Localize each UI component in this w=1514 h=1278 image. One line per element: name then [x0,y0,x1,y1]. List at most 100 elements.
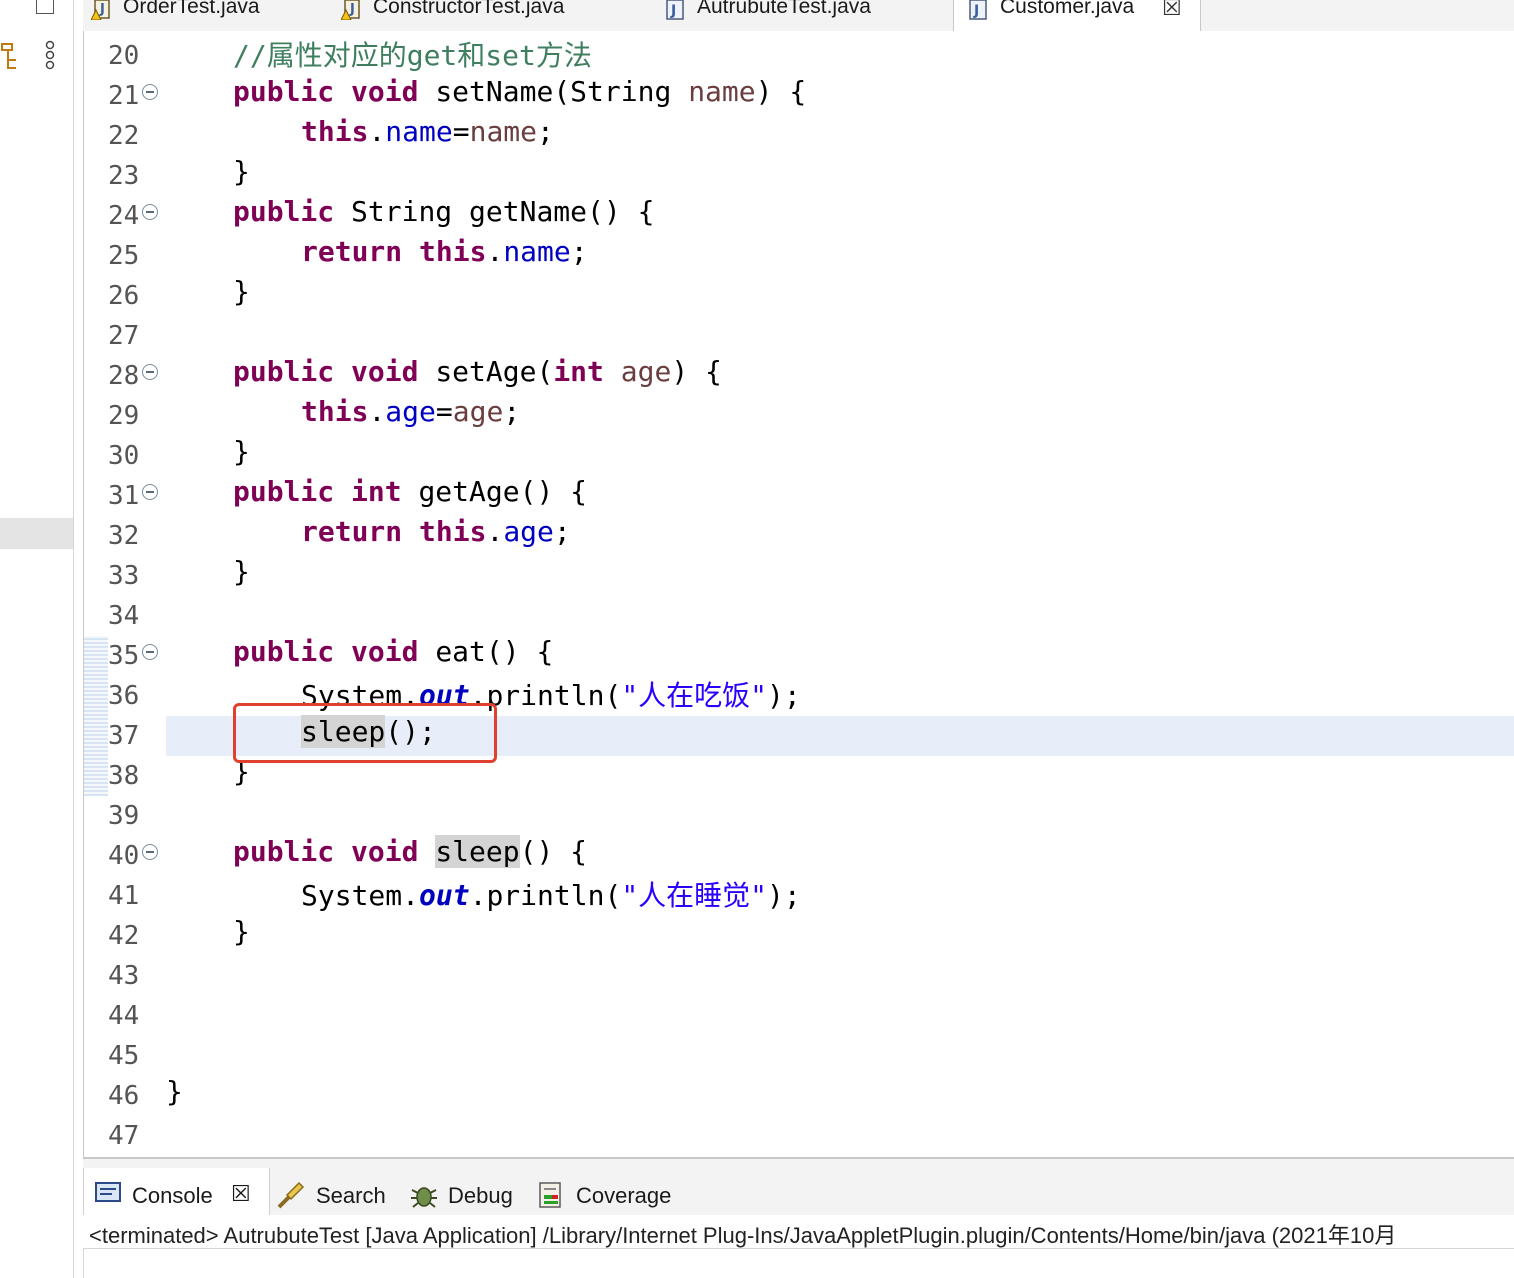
tab-autrubutetest[interactable]: J AutrubuteTest.java [665,0,945,31]
tab-label: ConstructorTest.java [373,0,565,18]
package-explorer-strip [0,0,74,1278]
method-signature: getAge() { [418,475,588,508]
line-number: 34 [108,601,140,631]
punct: ); [767,679,801,712]
line-number: 42 [108,921,140,951]
close-tab-icon[interactable]: ☒ [1162,0,1182,19]
keyword: public [233,475,335,508]
code-line-23: } [233,156,250,188]
line-number: 39 [108,801,140,831]
punct: ; [553,515,571,548]
field: age [385,395,436,428]
type-name: String [570,75,689,108]
line-number: 44 [108,1001,140,1031]
selected-tree-row[interactable] [0,518,73,549]
code-line-28: public void setAge(int age) { [233,356,722,388]
java-file-icon: J [969,0,987,20]
tab-label: AutrubuteTest.java [697,0,871,18]
line-number: 27 [108,321,140,351]
keyword: void [351,75,419,108]
code-line-29: this.age=age; [301,396,520,428]
close-console-icon[interactable]: ☒ [231,1181,251,1207]
line-number: 30 [108,441,140,471]
code-line-35: public void eat() { [233,636,553,668]
code-line-25: return this.name; [301,236,588,268]
keyword: this [419,235,487,268]
tab-coverage[interactable]: Coverage [576,1183,671,1209]
tab-search[interactable]: Search [316,1183,386,1209]
keyword: return [301,515,403,548]
method-name: setAge( [435,355,554,388]
punct: () { [519,835,588,868]
tab-debug[interactable]: Debug [448,1183,513,1209]
method-call: .println( [469,879,622,912]
line-number: 40 [108,841,140,871]
punct: ; [503,395,521,428]
tab-customer[interactable]: J Customer.java ☒ [953,0,1201,32]
parameter: name [688,75,756,108]
keyword: this [301,115,369,148]
parameter: name [469,115,538,148]
coverage-icon [539,1182,561,1208]
tab-label: OrderTest.java [123,0,260,18]
console-tab-label: Console [132,1183,213,1208]
static-field: out [419,879,470,912]
fold-collapse-icon[interactable] [142,204,158,220]
punct: ; [537,115,554,148]
fold-collapse-icon[interactable] [142,644,158,660]
line-number: 46 [108,1081,140,1111]
svg-text:J: J [670,3,676,19]
line-number: 24 [108,201,140,231]
line-number: 33 [108,561,140,591]
keyword: void [351,355,419,388]
punct: } [233,435,250,468]
line-number: 20 [108,41,140,71]
bottom-panel-tabs: Console ☒ Search Debug Coverage [83,1157,1514,1218]
punct: } [233,155,250,188]
fold-collapse-icon[interactable] [142,84,158,100]
punct: ) { [671,355,722,388]
java-file-warning-icon: J [91,0,110,20]
code-line-42: } [233,916,250,948]
class-ref: System. [301,879,420,912]
keyword: public [233,835,335,868]
code-line-21: public void setName(String name) { [233,76,806,108]
more-options-icon[interactable] [44,40,56,72]
java-file-warning-icon: J [341,0,360,20]
code-line-32: return this.age; [301,516,571,548]
line-number: 45 [108,1041,140,1071]
punct: . [486,515,504,548]
console-output[interactable] [83,1249,1514,1278]
method-name-highlighted: sleep [435,835,520,868]
method-signature: eat() { [435,635,554,668]
line-number: 31 [108,481,140,511]
tab-ordertest[interactable]: J OrderTest.java [91,0,331,31]
code-line-30: } [233,436,250,468]
fold-collapse-icon[interactable] [142,364,158,380]
editor-tab-bar: J OrderTest.java J ConstructorTest.java … [83,0,1514,32]
code-line-26: } [233,276,250,308]
tab-constructortest[interactable]: J ConstructorTest.java [341,0,641,31]
tab-label: Customer.java [1000,0,1135,18]
line-number: 38 [108,761,140,791]
code-line-46: } [166,1076,183,1108]
punct: ); [767,879,801,912]
hierarchy-icon[interactable] [0,40,22,72]
punct: . [486,235,504,268]
code-line-33: } [233,556,250,588]
code-line-24: public String getName() { [233,196,654,228]
keyword: public [233,195,335,228]
punct: } [166,1075,183,1108]
search-icon [277,1181,305,1209]
line-number: 32 [108,521,140,551]
fold-collapse-icon[interactable] [142,844,158,860]
svg-text:J: J [349,2,355,17]
line-number: 22 [108,121,140,151]
field: name [385,115,453,148]
line-number: 36 [108,681,140,711]
console-status-line: <terminated> AutrubuteTest [Java Applica… [83,1215,1514,1249]
code-line-20: //属性对应的get和set方法 [233,40,592,72]
debug-bug-icon [411,1187,437,1208]
minimize-icon[interactable] [36,0,54,14]
fold-collapse-icon[interactable] [142,484,158,500]
